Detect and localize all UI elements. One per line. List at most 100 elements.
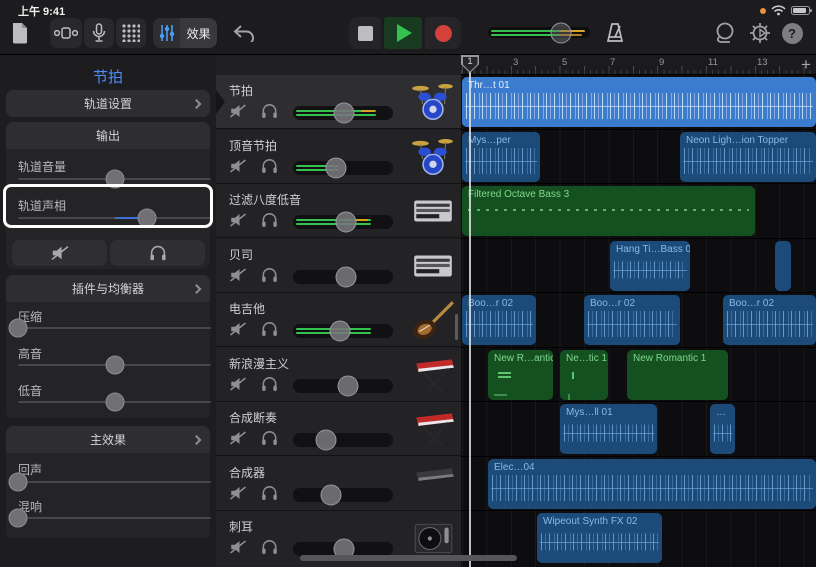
compression-slider[interactable] <box>18 327 211 329</box>
timeline-ruler[interactable]: 3 5 7 9 11 13 <box>461 55 816 75</box>
headphones-icon[interactable] <box>261 321 278 337</box>
horizontal-scrollbar[interactable] <box>300 555 517 561</box>
settings-gear-icon[interactable] <box>747 18 773 48</box>
audio-region[interactable]: Wipeout Synth FX 02 <box>537 513 662 563</box>
undo-icon[interactable] <box>231 18 257 48</box>
live-loops-icon[interactable] <box>50 18 82 48</box>
track-volume-knob[interactable] <box>105 170 124 189</box>
echo-knob[interactable] <box>9 473 28 492</box>
track-volume-slider[interactable] <box>293 161 393 175</box>
audio-region[interactable]: Hang Ti…Bass 02 <box>610 241 690 291</box>
track-volume-slider[interactable] <box>293 270 393 284</box>
track-volume-slider[interactable] <box>293 433 393 447</box>
arrangement-area[interactable]: Thr…t 01 Mys…per Neon Ligh…ion Topper Fi… <box>461 75 816 567</box>
mute-speaker-icon[interactable] <box>229 267 247 283</box>
headphones-icon[interactable] <box>261 267 278 283</box>
track-settings-button[interactable]: 轨道设置 <box>6 90 210 117</box>
track-row[interactable]: 过滤八度低音 <box>216 184 461 238</box>
mute-speaker-icon[interactable] <box>229 158 247 174</box>
track-volume-slider[interactable] <box>293 488 393 502</box>
track-volume-slider[interactable] <box>18 178 211 180</box>
track-volume-slider[interactable] <box>293 324 393 338</box>
play-button[interactable] <box>384 17 422 49</box>
mute-speaker-icon[interactable] <box>229 430 247 446</box>
headphones-icon[interactable] <box>261 376 278 392</box>
help-button[interactable]: ? <box>779 18 805 48</box>
stop-button[interactable] <box>349 17 381 49</box>
audio-region[interactable] <box>775 241 791 291</box>
volume-knob[interactable] <box>330 321 351 342</box>
volume-knob[interactable] <box>316 430 337 451</box>
audio-region[interactable]: Neon Ligh…ion Topper <box>680 132 816 182</box>
volume-knob[interactable] <box>338 376 359 397</box>
headphones-icon[interactable] <box>261 539 278 555</box>
track-volume-slider[interactable] <box>293 215 393 229</box>
record-button[interactable] <box>425 17 461 49</box>
bass-knob[interactable] <box>105 393 124 412</box>
headphones-icon[interactable] <box>261 103 278 119</box>
mute-speaker-icon[interactable] <box>229 321 247 337</box>
bass-slider[interactable] <box>18 401 211 403</box>
audio-region[interactable]: … <box>710 404 735 454</box>
grid-icon[interactable] <box>116 18 146 48</box>
volume-knob[interactable] <box>326 158 347 179</box>
track-volume-slider[interactable] <box>293 379 393 393</box>
audio-region[interactable]: Thr…t 01 <box>462 77 816 127</box>
volume-knob[interactable] <box>334 103 355 124</box>
compression-knob[interactable] <box>9 319 28 338</box>
audio-region[interactable]: Mys…ll 01 <box>560 404 657 454</box>
midi-region[interactable]: New Romantic 1 <box>627 350 728 400</box>
solo-button[interactable] <box>110 240 205 266</box>
track-volume-slider[interactable] <box>293 106 393 120</box>
mute-speaker-icon[interactable] <box>229 485 247 501</box>
mute-speaker-icon[interactable] <box>229 103 247 119</box>
volume-knob[interactable] <box>336 212 357 233</box>
effects-toggle[interactable]: 效果 <box>180 18 217 48</box>
mute-speaker-icon[interactable] <box>229 376 247 392</box>
track-row[interactable]: 合成断奏 <box>216 402 461 456</box>
audio-region[interactable]: Elec…04 <box>488 459 816 509</box>
headphones-icon[interactable] <box>261 485 278 501</box>
echo-slider[interactable] <box>18 481 211 483</box>
mixer-icon[interactable] <box>153 18 180 48</box>
track-row[interactable]: 节拍 <box>216 75 461 129</box>
add-bars-button[interactable]: + <box>797 56 815 74</box>
track-row[interactable]: 新浪漫主义 <box>216 348 461 402</box>
loop-icon[interactable] <box>712 18 738 48</box>
volume-knob[interactable] <box>336 267 357 288</box>
metronome-icon[interactable] <box>602 18 628 48</box>
playhead-line[interactable] <box>469 55 471 567</box>
volume-knob[interactable] <box>321 485 342 506</box>
audio-region[interactable]: Boo…r 02 <box>584 295 680 345</box>
track-volume-slider[interactable] <box>293 542 393 556</box>
mute-speaker-icon[interactable] <box>229 212 247 228</box>
vertical-scrollbar[interactable] <box>455 314 458 340</box>
treble-knob[interactable] <box>105 356 124 375</box>
track-pan-slider[interactable] <box>18 217 211 219</box>
document-icon[interactable] <box>9 18 31 48</box>
track-row[interactable]: 顶音节拍 <box>216 130 461 184</box>
reverb-slider[interactable] <box>18 517 211 519</box>
mute-speaker-icon[interactable] <box>229 539 247 555</box>
master-volume-slider[interactable] <box>488 27 590 38</box>
track-row[interactable]: 贝司 <box>216 239 461 293</box>
midi-region[interactable]: Ne…tic 1 <box>560 350 608 400</box>
microphone-icon[interactable] <box>84 18 114 48</box>
audio-region[interactable]: Mys…per <box>462 132 540 182</box>
headphones-icon[interactable] <box>261 158 278 174</box>
track-row[interactable]: 电吉他 <box>216 293 461 347</box>
audio-region[interactable]: Boo…r 02 <box>723 295 816 345</box>
plugins-eq-header[interactable]: 插件与均衡器 <box>6 275 210 302</box>
reverb-knob[interactable] <box>9 509 28 528</box>
midi-region[interactable]: Filtered Octave Bass 3 <box>462 186 755 236</box>
audio-region[interactable]: Boo…r 02 <box>462 295 536 345</box>
master-volume-knob[interactable] <box>551 22 572 43</box>
headphones-icon[interactable] <box>261 212 278 228</box>
master-effects-header[interactable]: 主效果 <box>6 426 210 453</box>
track-pan-knob[interactable] <box>138 209 157 228</box>
track-row[interactable]: 合成器 <box>216 457 461 511</box>
mute-button[interactable] <box>12 240 107 266</box>
headphones-icon[interactable] <box>261 430 278 446</box>
treble-slider[interactable] <box>18 364 211 366</box>
midi-region[interactable]: New R…antic 1 <box>488 350 553 400</box>
